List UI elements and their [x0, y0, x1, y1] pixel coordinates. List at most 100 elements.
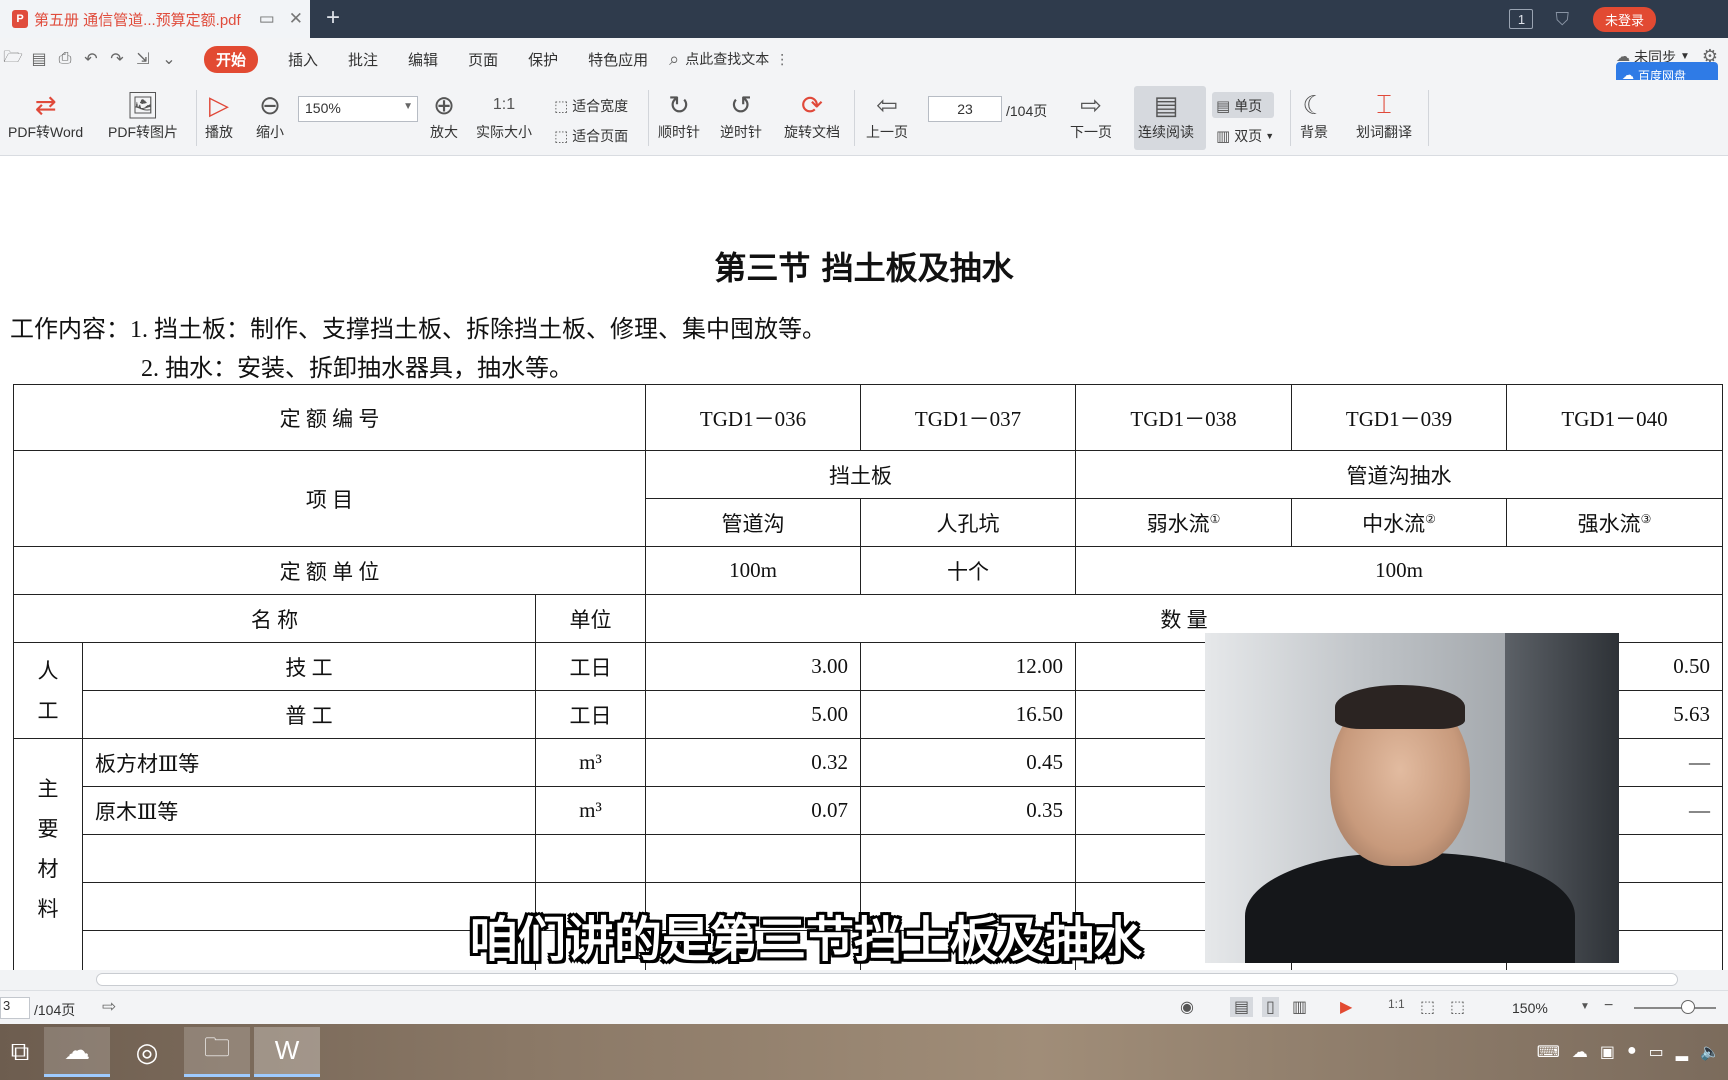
dropdown-icon[interactable]: ⌄ [156, 49, 182, 69]
continuous-view-icon[interactable]: ▤ [1230, 997, 1254, 1017]
skin-icon[interactable]: ⛉ [1555, 9, 1569, 30]
pdf-to-word-button[interactable]: ⇄ PDF转Word [8, 88, 83, 142]
redo-icon[interactable]: ↷ [104, 49, 130, 69]
status-zoom[interactable]: 150% [1512, 1000, 1548, 1016]
menu-annotate[interactable]: 批注 [348, 49, 378, 70]
login-button[interactable]: 未登录 [1592, 6, 1656, 32]
file-explorer-app-icon[interactable]: 🗀 [184, 1027, 250, 1077]
print-icon[interactable]: ⎙ [52, 50, 78, 68]
export-icon[interactable]: ⇲ [130, 49, 156, 69]
wechat-icon[interactable]: ● [1627, 1042, 1637, 1062]
zoom-in-button[interactable]: ⊕ 放大 [430, 88, 458, 142]
monitor-icon[interactable]: ▭ [259, 9, 275, 29]
fit-width-button[interactable]: ⬚ 适合宽度 [554, 96, 628, 116]
signal-icon[interactable]: ▂ [1676, 1042, 1688, 1062]
open-folder-icon[interactable]: 🗁 [0, 46, 26, 73]
section-title: 第三节 挡土板及抽水 [714, 249, 1014, 287]
rotate-counterclockwise-icon: ↺ [730, 89, 752, 120]
double-view-icon[interactable]: ▥ [1292, 997, 1307, 1017]
row-name: 普 工 [82, 690, 536, 739]
translate-button[interactable]: ⌶ 划词翻译 [1356, 88, 1412, 142]
new-tab-button[interactable]: + [326, 4, 340, 32]
chevron-down-icon: ▼ [1679, 51, 1690, 62]
empty-cell [860, 834, 1076, 883]
fit-width-icon: ⬚ [554, 98, 569, 115]
rotate-counterclockwise-button[interactable]: ↺ 逆时针 [720, 88, 762, 142]
continuous-reading-button[interactable]: ▤ 连续阅读 [1138, 88, 1194, 142]
translate-icon: ⌶ [1376, 89, 1392, 119]
fit-width-icon[interactable]: ⬚ [1450, 997, 1465, 1017]
menu-edit[interactable]: 编辑 [408, 49, 438, 70]
actual-size-icon[interactable]: 1:1 [1388, 997, 1405, 1011]
empty-cell [82, 930, 536, 970]
pdf-to-image-button[interactable]: 🖼 PDF转图片 [108, 88, 178, 142]
cloud-tray-icon[interactable]: ☁ [1572, 1042, 1588, 1062]
menu-insert[interactable]: 插入 [288, 49, 318, 70]
empty-cell [82, 882, 536, 931]
actual-size-button[interactable]: 1:1 实际大小 [476, 88, 532, 142]
close-tab-icon[interactable]: ✕ [289, 9, 303, 29]
battery-icon[interactable]: ▭ [1649, 1042, 1664, 1062]
arrow-right-icon: ⇨ [1080, 89, 1102, 120]
fit-page-icon[interactable]: ⬚ [1420, 997, 1435, 1017]
wps-app-icon[interactable]: W [254, 1027, 320, 1077]
menu-start[interactable]: 开始 [204, 45, 259, 73]
undo-icon[interactable]: ↶ [78, 49, 104, 69]
footnote-mark: ② [1425, 511, 1436, 526]
image-icon: 🖼 [126, 89, 160, 120]
single-view-icon[interactable]: ▯ [1262, 997, 1279, 1017]
search-box[interactable]: ⌕ 点此查找文本 ⋮ [669, 49, 789, 70]
document-tab[interactable]: P 第五册 通信管道...预算定额.pdf ▭ ✕ [0, 0, 310, 38]
zoom-select[interactable]: 150% ▼ [298, 96, 418, 122]
task-view-icon[interactable]: ⧉ [0, 1027, 40, 1077]
sub-header: 人孔坑 [860, 498, 1076, 547]
quota-unit: 100m [645, 546, 861, 595]
actual-size-label: 实际大小 [476, 124, 532, 140]
page-number-input[interactable]: 23 [928, 96, 1002, 122]
zoom-out-button[interactable]: ⊖ 缩小 [256, 88, 284, 142]
rotate-document-button[interactable]: ⟳ 旋转文档 [784, 88, 840, 142]
next-page-button[interactable]: ⇨ 下一页 [1070, 88, 1112, 142]
row-unit: 工日 [535, 642, 646, 691]
fit-page-button[interactable]: ⬚ 适合页面 [554, 126, 628, 146]
zoom-slider-track[interactable] [1634, 1007, 1716, 1009]
prev-page-label: 上一页 [866, 124, 908, 140]
eye-icon[interactable]: ◉ [1180, 997, 1194, 1017]
row-name: 技 工 [82, 642, 536, 691]
horizontal-scrollbar[interactable] [0, 970, 1728, 990]
row-name: 原木Ⅲ等 [82, 786, 536, 835]
sub-header-weak: 弱水流① [1075, 498, 1292, 547]
empty-cell [535, 834, 646, 883]
chevron-down-icon[interactable]: ▼ [1580, 1001, 1590, 1012]
double-page-button[interactable]: ▥ 双页 ▼ [1216, 126, 1274, 146]
window-count-badge[interactable]: 1 [1509, 9, 1534, 29]
pdf-file-icon: P [12, 10, 28, 28]
menu-protect[interactable]: 保护 [528, 49, 558, 70]
menu-page[interactable]: 页面 [468, 49, 498, 70]
menu-features[interactable]: 特色应用 [588, 49, 648, 70]
play-button[interactable]: ▷ 播放 [205, 88, 233, 142]
volume-icon[interactable]: 🔈 [1700, 1042, 1720, 1062]
row-value: 0.35 [860, 786, 1076, 835]
status-page-input[interactable]: 3 [0, 997, 30, 1019]
browser-app-icon[interactable]: ◎ [114, 1027, 180, 1077]
rotate-clockwise-button[interactable]: ↻ 顺时针 [658, 88, 700, 142]
save-icon[interactable]: ▤ [26, 49, 52, 69]
scrollbar-thumb[interactable] [96, 973, 1678, 986]
background-button[interactable]: ☾ 背景 [1300, 88, 1328, 142]
work-content-label: 工作内容： [10, 317, 130, 343]
zoom-slider-knob[interactable] [1681, 1000, 1695, 1014]
play-icon[interactable]: ▶ [1340, 997, 1352, 1017]
keyboard-icon[interactable]: ⌨ [1537, 1042, 1560, 1062]
more-icon[interactable]: ⋮ [775, 51, 789, 68]
pdf-to-word-icon: ⇄ [34, 89, 57, 120]
zoom-out-icon[interactable]: − [1604, 997, 1613, 1015]
baidu-netdisk-app-icon[interactable]: ☁ [44, 1027, 110, 1077]
webcam-person-hair [1335, 685, 1465, 729]
camera-icon[interactable]: ▣ [1600, 1042, 1615, 1062]
next-page-label: 下一页 [1070, 124, 1112, 140]
footnote-mark: ③ [1640, 511, 1652, 526]
single-page-button[interactable]: ▤ 单页 [1216, 96, 1262, 116]
goto-page-icon[interactable]: ⇨ [102, 997, 116, 1017]
prev-page-button[interactable]: ⇦ 上一页 [866, 88, 908, 142]
